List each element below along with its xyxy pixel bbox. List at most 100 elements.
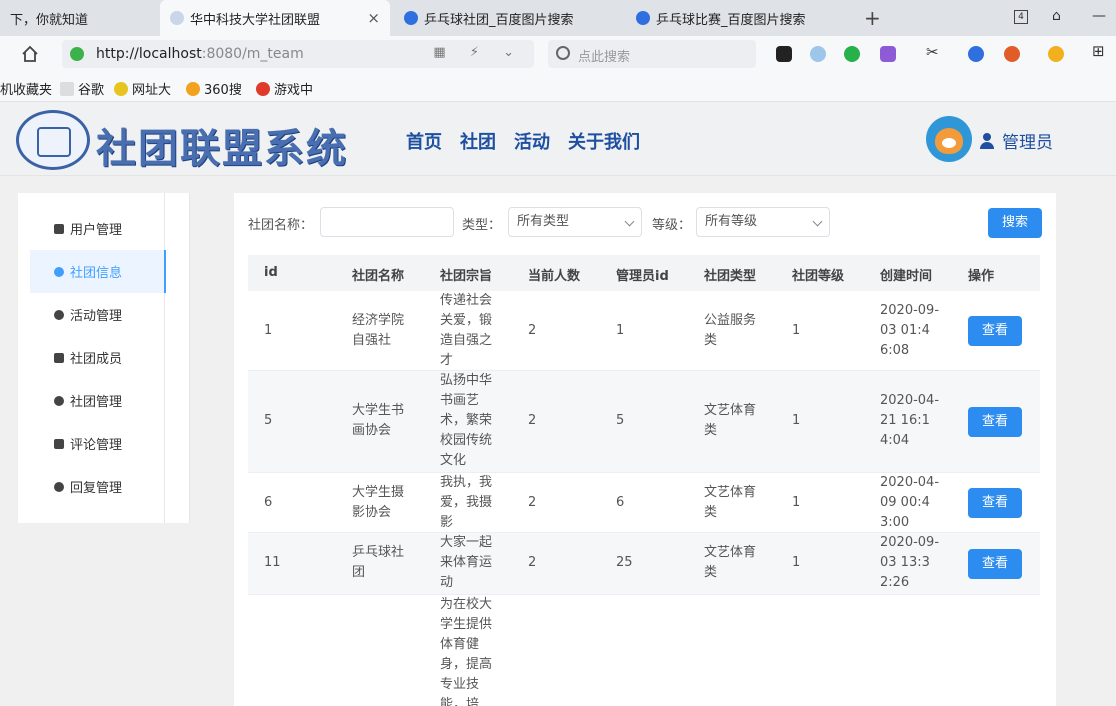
home-icon[interactable] [20, 44, 40, 64]
user-label: 管理员 [1002, 133, 1053, 153]
url-field[interactable]: http://localhost:8080/m_team ▦ ⚡ ⌄ [62, 40, 534, 68]
shirt-skin-icon[interactable]: ⌂ [1052, 8, 1061, 24]
bookmark-item[interactable]: 谷歌 [60, 79, 104, 98]
browser-search-field[interactable]: 点此搜索 [548, 40, 756, 68]
view-button[interactable]: 查看 [968, 407, 1022, 437]
bookmark-item[interactable]: 360搜 [186, 79, 242, 98]
col-type: 社团类型 [704, 269, 757, 284]
sidebar-item-members[interactable]: 社团成员 [30, 336, 166, 379]
avatar[interactable] [926, 116, 972, 162]
cell-purpose: 传递社会关爱，锻造自强之才 [440, 293, 493, 368]
minimize-icon[interactable]: — [1092, 8, 1106, 24]
sidebar-item-comments[interactable]: 评论管理 [30, 422, 166, 465]
gear-icon [54, 395, 64, 406]
sidebar-item-users[interactable]: 用户管理 [30, 207, 166, 250]
chat-bubble-icon [54, 266, 64, 277]
address-bar-row: http://localhost:8080/m_team ▦ ⚡ ⌄ 点此搜索 … [0, 36, 1116, 72]
cell-purpose: 大家一起来体育运动 [440, 535, 493, 590]
cell-type: 公益服务类 [704, 313, 757, 348]
col-purpose: 社团宗旨 [440, 269, 493, 284]
game-center-icon [256, 81, 270, 96]
col-id: id [264, 265, 278, 280]
table-row: 6 大学生摄影协会 我执，我爱，我摄影 2 6 文艺体育类 1 2020-04-… [248, 473, 1040, 533]
cell-id: 1 [264, 323, 273, 338]
sidebar-item-club-admin[interactable]: 社团管理 [30, 379, 166, 422]
comment-icon [54, 438, 64, 449]
tab-title: 乒乓球社团_百度图片搜索 [424, 12, 574, 28]
search-icon [556, 46, 570, 60]
level-label: 等级： [652, 218, 692, 233]
browser-tab[interactable]: 乒乓球比赛_百度图片搜索 [626, 0, 854, 36]
browser-tab[interactable]: 乒乓球社团_百度图片搜索 [394, 0, 622, 36]
cell-type: 文艺体育类 [704, 403, 757, 438]
university-logo [16, 110, 90, 170]
nav-clubs[interactable]: 社团 [460, 128, 496, 154]
cell-created: 2020-09-03 13:32:26 [880, 535, 940, 590]
close-tab-icon[interactable]: × [367, 9, 380, 27]
nav-home[interactable]: 首页 [406, 128, 442, 154]
site-favicon-icon [170, 11, 184, 25]
table-row: 5 大学生书画协会 弘扬中华书画艺术，繁荣校园传统文化 2 5 文艺体育类 1 … [248, 371, 1040, 473]
magnifier-icon[interactable] [968, 46, 984, 62]
view-button[interactable]: 查看 [968, 549, 1022, 579]
360-icon [186, 81, 200, 96]
cell-level: 1 [792, 413, 801, 428]
chevron-down-icon [624, 216, 635, 227]
level-select[interactable]: 所有等级 [696, 207, 830, 237]
sidebar-item-club-info[interactable]: 社团信息 [30, 250, 166, 293]
extension-icon[interactable] [844, 46, 860, 62]
browser-tab-active[interactable]: 华中科技大学社团联盟 × [160, 0, 390, 36]
bookmark-item[interactable]: 网址大 [114, 79, 171, 98]
url-text: http://localhost:8080/m_team [96, 46, 304, 62]
table-row: 为在校大学生提供体育健身，提高专业技能，培 [248, 595, 1040, 706]
cell-name: 大学生书画协会 [352, 403, 405, 438]
baidu-paw-icon [404, 11, 418, 25]
extension-icon[interactable] [776, 46, 792, 62]
tab-title: 华中科技大学社团联盟 [190, 12, 321, 28]
nav-about[interactable]: 关于我们 [568, 128, 640, 154]
top-nav: 首页 社团 活动 关于我们 [406, 128, 640, 154]
cell-admin-id: 1 [616, 323, 625, 338]
view-button[interactable]: 查看 [968, 316, 1022, 346]
search-button[interactable]: 搜索 [988, 208, 1042, 238]
cell-purpose: 弘扬中华书画艺术，繁荣校园传统文化 [440, 373, 493, 468]
coin-icon[interactable] [1048, 46, 1064, 62]
sidebar-item-replies[interactable]: 回复管理 [30, 465, 166, 508]
new-tab-plus-icon[interactable]: + [864, 6, 881, 30]
game-icon[interactable] [1004, 46, 1020, 62]
type-select[interactable]: 所有类型 [508, 207, 642, 237]
view-button[interactable]: 查看 [968, 488, 1022, 518]
col-name: 社团名称 [352, 269, 405, 284]
security-shield-icon [70, 47, 84, 61]
browser-tab[interactable]: 下，你就知道 [0, 0, 160, 36]
type-label: 类型： [462, 218, 502, 233]
cell-admin-id: 25 [616, 555, 633, 570]
nav-activities[interactable]: 活动 [514, 128, 550, 154]
search-placeholder: 点此搜索 [578, 50, 631, 65]
col-members: 当前人数 [528, 269, 581, 284]
url-tools-icons[interactable]: ▦ ⚡ ⌄ [433, 45, 524, 60]
cell-members: 2 [528, 555, 537, 570]
system-title: 社团联盟系统 [96, 125, 348, 172]
cell-created: 2020-09-03 01:46:08 [880, 303, 940, 358]
cell-level: 1 [792, 495, 801, 510]
baidu-paw-icon [636, 11, 650, 25]
table-header: id 社团名称 社团宗旨 当前人数 管理员id 社团类型 社团等级 创建时间 操… [248, 255, 1040, 291]
cell-type: 文艺体育类 [704, 485, 757, 520]
col-created: 创建时间 [880, 269, 933, 284]
club-name-input[interactable] [320, 207, 454, 237]
apps-grid-icon[interactable]: ⊞ [1092, 42, 1108, 60]
bookmark-item[interactable]: 机收藏夹 [0, 79, 52, 98]
user-menu[interactable]: 管理员 [980, 128, 1053, 153]
sidebar-item-activities[interactable]: 活动管理 [30, 293, 166, 336]
cell-members: 2 [528, 413, 537, 428]
col-action: 操作 [968, 269, 995, 284]
scissors-icon[interactable]: ✂ [926, 43, 942, 61]
extension-icon[interactable] [810, 46, 826, 62]
tab-title: 乒乓球比赛_百度图片搜索 [656, 12, 806, 28]
col-admin-id: 管理员id [616, 269, 669, 284]
tab-count-badge[interactable]: 4 [1014, 10, 1028, 24]
bookmark-item[interactable]: 游戏中 [256, 79, 313, 98]
folder-icon [54, 352, 64, 363]
translate-icon[interactable] [880, 46, 896, 62]
